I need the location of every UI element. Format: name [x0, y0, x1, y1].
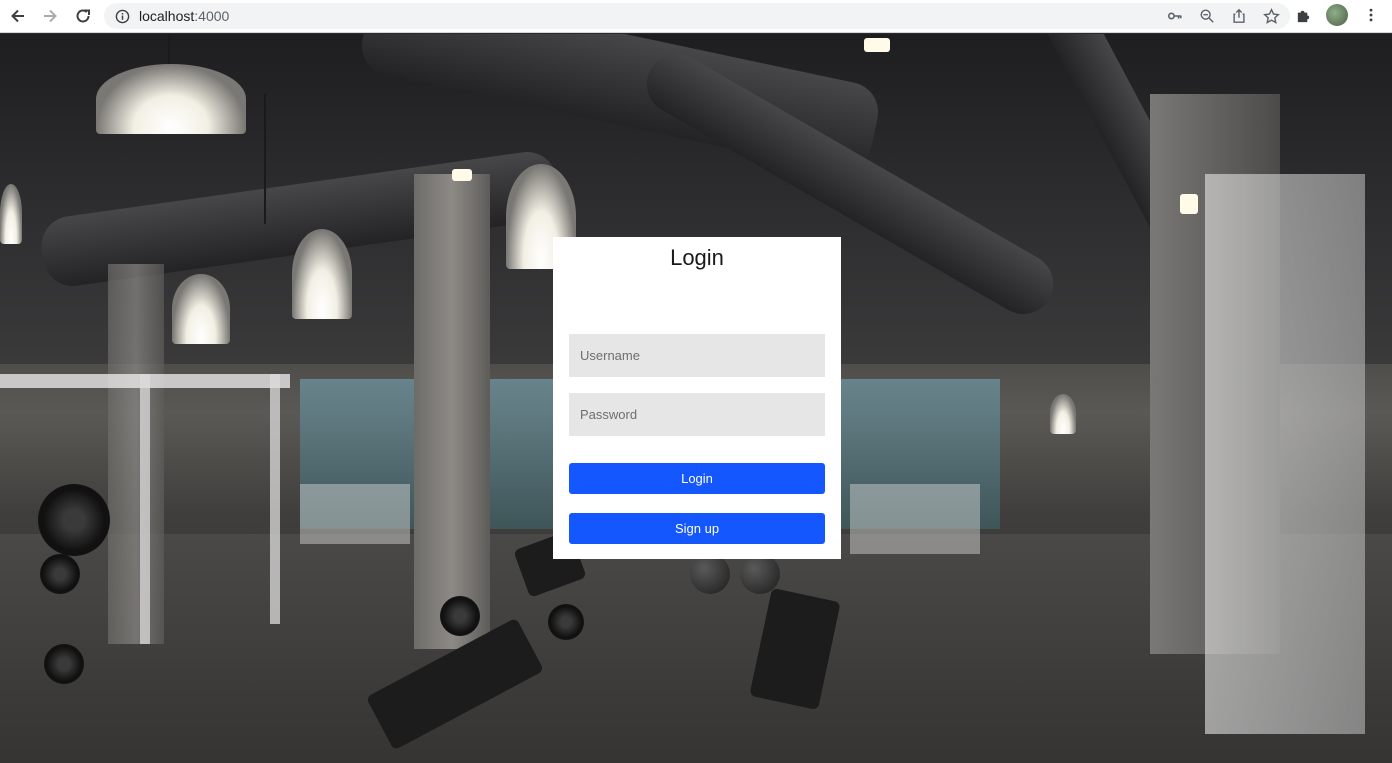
- weight-plate: [548, 604, 584, 640]
- login-card: Login Login Sign up: [553, 237, 841, 559]
- forward-icon[interactable]: [38, 4, 62, 28]
- avatar[interactable]: [1326, 4, 1348, 26]
- pendant-lamp: [1050, 394, 1076, 434]
- pendant-lamp: [292, 229, 352, 319]
- password-input[interactable]: [569, 393, 825, 436]
- ceiling-light: [452, 169, 472, 181]
- pendant-lamp: [172, 274, 230, 344]
- browser-toolbar: localhost:4000: [0, 0, 1392, 33]
- star-icon[interactable]: [1262, 7, 1280, 25]
- treadmill: [850, 484, 980, 554]
- url-host: localhost: [139, 8, 195, 24]
- pendant-lamp: [96, 64, 246, 134]
- medicine-ball: [740, 554, 780, 594]
- rack-post: [140, 374, 150, 644]
- ceiling-light: [1180, 194, 1198, 214]
- username-input[interactable]: [569, 334, 825, 377]
- url-text: localhost:4000: [139, 8, 229, 24]
- kebab-menu-icon[interactable]: [1360, 4, 1382, 26]
- medicine-ball: [690, 554, 730, 594]
- signup-button[interactable]: Sign up: [569, 513, 825, 544]
- weight-plate: [44, 644, 84, 684]
- reload-icon[interactable]: [71, 4, 95, 28]
- ceiling-light: [864, 38, 890, 52]
- back-icon[interactable]: [6, 4, 30, 28]
- weight-plate: [40, 554, 80, 594]
- login-button[interactable]: Login: [569, 463, 825, 494]
- url-port: :4000: [194, 8, 230, 24]
- key-icon[interactable]: [1166, 7, 1184, 25]
- lamp-wire: [264, 94, 266, 224]
- puzzle-icon[interactable]: [1292, 4, 1314, 26]
- weight-plate: [38, 484, 110, 556]
- cable-machine: [1205, 174, 1365, 734]
- share-icon[interactable]: [1230, 7, 1248, 25]
- address-bar[interactable]: localhost:4000: [104, 3, 1290, 29]
- pillar: [108, 264, 164, 644]
- weight-plate: [440, 596, 480, 636]
- pillar: [414, 174, 490, 649]
- treadmill: [300, 484, 410, 544]
- zoom-out-icon[interactable]: [1198, 7, 1216, 25]
- login-title: Login: [670, 245, 724, 270]
- info-icon[interactable]: [114, 8, 130, 24]
- rack-post: [270, 374, 280, 624]
- pendant-lamp: [0, 184, 22, 244]
